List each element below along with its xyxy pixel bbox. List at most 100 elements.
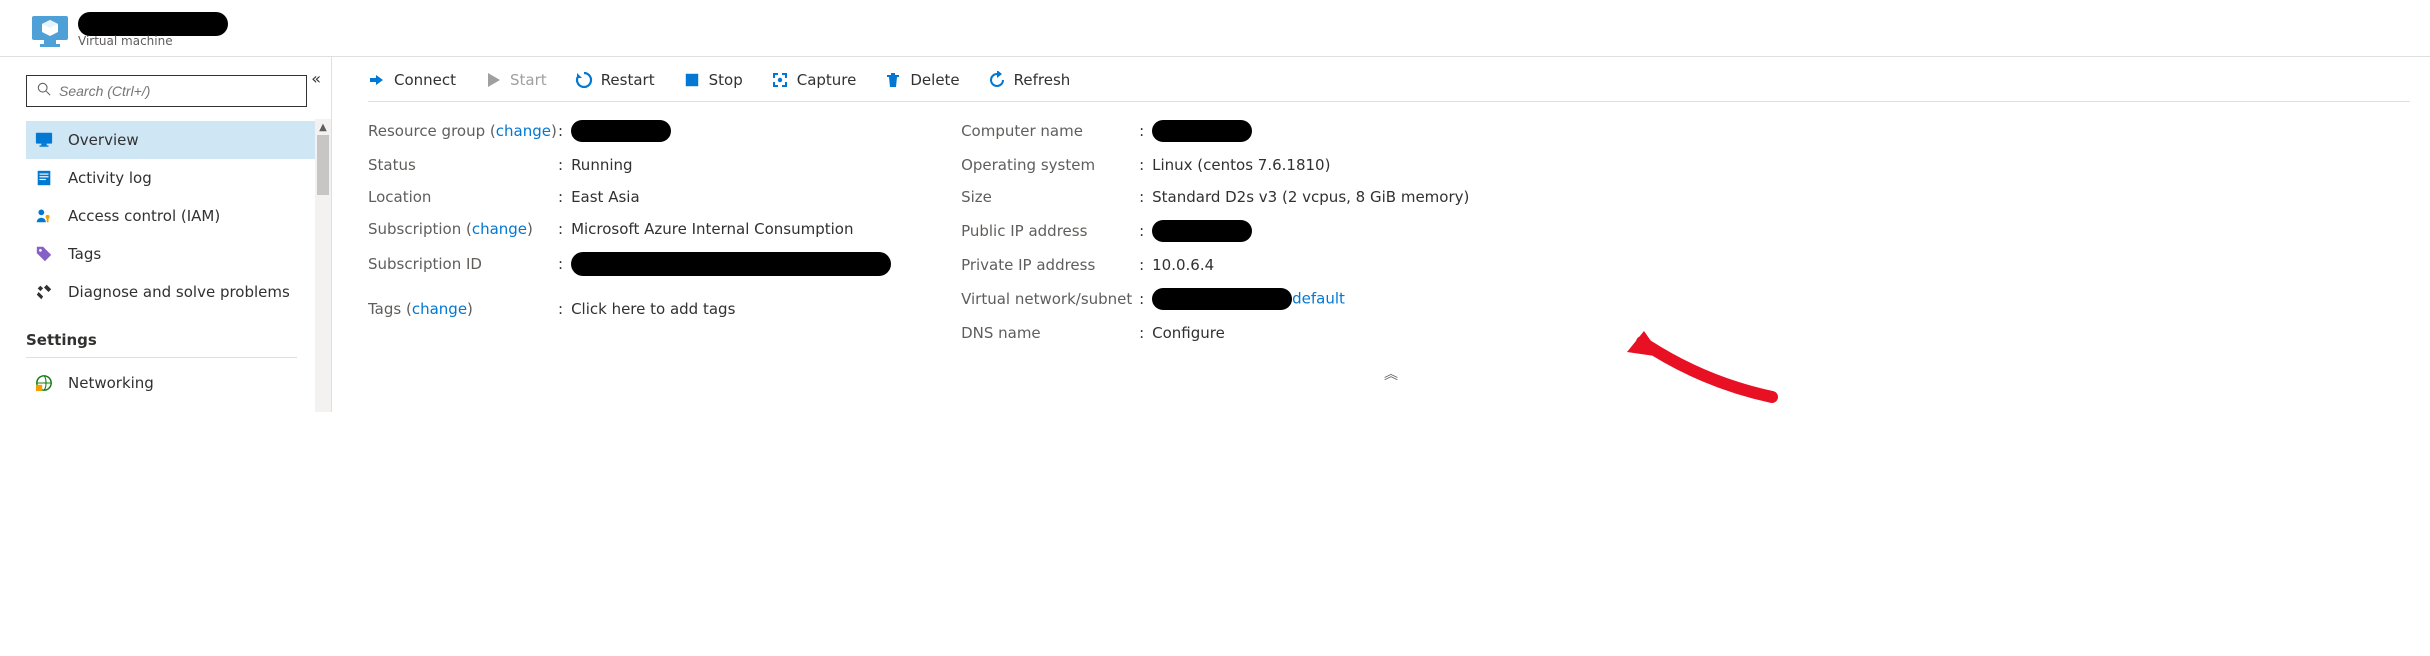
label: Computer name	[961, 122, 1139, 140]
globe-icon	[34, 373, 54, 393]
separator: :	[558, 188, 563, 206]
toolbar-label: Restart	[601, 71, 655, 89]
toolbar-label: Capture	[797, 71, 857, 89]
row-status: Status : Running	[368, 156, 891, 174]
row-os: Operating system : Linux (centos 7.6.181…	[961, 156, 1469, 174]
separator: :	[1139, 156, 1144, 174]
settings-section-header: Settings	[26, 311, 297, 358]
row-subscription-id: Subscription ID :	[368, 252, 891, 276]
toolbar-label: Start	[510, 71, 547, 89]
change-link[interactable]: change	[496, 122, 551, 140]
sidebar-item-label: Access control (IAM)	[68, 207, 220, 225]
sidebar-item-networking[interactable]: Networking	[26, 364, 321, 402]
label: Subscription (change)	[368, 220, 558, 238]
value	[1152, 120, 1252, 142]
toolbar-label: Refresh	[1014, 71, 1071, 89]
row-vnet: Virtual network/subnet : default	[961, 288, 1469, 310]
scrollbar[interactable]: ▲	[315, 119, 331, 412]
label: Subscription ID	[368, 255, 558, 273]
sidebar-item-label: Tags	[68, 245, 101, 263]
scroll-up-icon[interactable]: ▲	[315, 119, 331, 135]
add-tags-link[interactable]: Click here to add tags	[571, 300, 735, 318]
value: 10.0.6.4	[1152, 256, 1214, 274]
value: East Asia	[571, 188, 640, 206]
value	[571, 252, 891, 276]
refresh-button[interactable]: Refresh	[988, 71, 1071, 89]
value: Standard D2s v3 (2 vcpus, 8 GiB memory)	[1152, 188, 1469, 206]
separator: :	[1139, 222, 1144, 240]
separator: :	[1139, 256, 1144, 274]
play-icon	[484, 71, 502, 89]
subscription-link[interactable]: Microsoft Azure Internal Consumption	[571, 220, 853, 238]
row-subscription: Subscription (change) : Microsoft Azure …	[368, 220, 891, 238]
search-icon	[37, 82, 51, 100]
connect-icon	[368, 71, 386, 89]
row-size: Size : Standard D2s v3 (2 vcpus, 8 GiB m…	[961, 188, 1469, 206]
label: DNS name	[961, 324, 1139, 342]
vnet-link[interactable]: default	[1292, 290, 1345, 308]
search-input[interactable]	[59, 83, 296, 99]
label: Private IP address	[961, 256, 1139, 274]
user-key-icon	[34, 206, 54, 226]
capture-button[interactable]: Capture	[771, 71, 857, 89]
separator: :	[1139, 324, 1144, 342]
essentials-col-right: Computer name : Operating system : Linux…	[961, 120, 1469, 356]
row-computer-name: Computer name :	[961, 120, 1469, 142]
resource-header: Virtual machine	[0, 0, 2430, 57]
label: Location	[368, 188, 558, 206]
toolbar-label: Connect	[394, 71, 456, 89]
restart-button[interactable]: Restart	[575, 71, 655, 89]
search-box[interactable]	[26, 75, 307, 107]
restart-icon	[575, 71, 593, 89]
row-dns: DNS name : Configure	[961, 324, 1469, 342]
sidebar-item-diagnose[interactable]: Diagnose and solve problems	[26, 273, 321, 311]
sidebar: « Overview Activity log	[0, 57, 332, 412]
sidebar-item-iam[interactable]: Access control (IAM)	[26, 197, 321, 235]
separator: :	[558, 255, 563, 273]
connect-button[interactable]: Connect	[368, 71, 456, 89]
separator: :	[558, 300, 563, 318]
row-private-ip: Private IP address : 10.0.6.4	[961, 256, 1469, 274]
start-button: Start	[484, 71, 547, 89]
label: Tags (change)	[368, 300, 558, 318]
stop-icon	[683, 71, 701, 89]
refresh-icon	[988, 71, 1006, 89]
separator: :	[558, 122, 563, 140]
toolbar-label: Delete	[910, 71, 959, 89]
essentials: Resource group (change) : Status : Runni…	[368, 102, 2410, 360]
sidebar-item-activity[interactable]: Activity log	[26, 159, 321, 197]
resource-type: Virtual machine	[78, 34, 228, 48]
separator: :	[1139, 122, 1144, 140]
delete-button[interactable]: Delete	[884, 71, 959, 89]
dns-configure-link[interactable]: Configure	[1152, 324, 1225, 342]
value: default	[1152, 288, 1345, 310]
sidebar-item-label: Networking	[68, 374, 154, 392]
sidebar-item-overview[interactable]: Overview	[26, 121, 321, 159]
scroll-thumb[interactable]	[317, 135, 329, 195]
collapse-essentials-icon[interactable]: ︽	[368, 364, 2410, 384]
vm-icon	[30, 10, 70, 50]
sidebar-item-label: Overview	[68, 131, 139, 149]
monitor-icon	[34, 130, 54, 150]
log-icon	[34, 168, 54, 188]
label: Public IP address	[961, 222, 1139, 240]
row-public-ip: Public IP address :	[961, 220, 1469, 242]
value: Running	[571, 156, 632, 174]
label: Virtual network/subnet	[961, 290, 1139, 308]
label: Operating system	[961, 156, 1139, 174]
sidebar-item-tags[interactable]: Tags	[26, 235, 321, 273]
value	[571, 120, 671, 142]
separator: :	[558, 156, 563, 174]
separator: :	[558, 220, 563, 238]
change-link[interactable]: change	[412, 300, 467, 318]
change-link[interactable]: change	[472, 220, 527, 238]
essentials-col-left: Resource group (change) : Status : Runni…	[368, 120, 891, 356]
label: Size	[961, 188, 1139, 206]
row-resource-group: Resource group (change) :	[368, 120, 891, 142]
label: Resource group (change)	[368, 122, 558, 140]
capture-icon	[771, 71, 789, 89]
separator: :	[1139, 188, 1144, 206]
collapse-sidebar-icon[interactable]: «	[311, 71, 321, 87]
toolbar-label: Stop	[709, 71, 743, 89]
stop-button[interactable]: Stop	[683, 71, 743, 89]
